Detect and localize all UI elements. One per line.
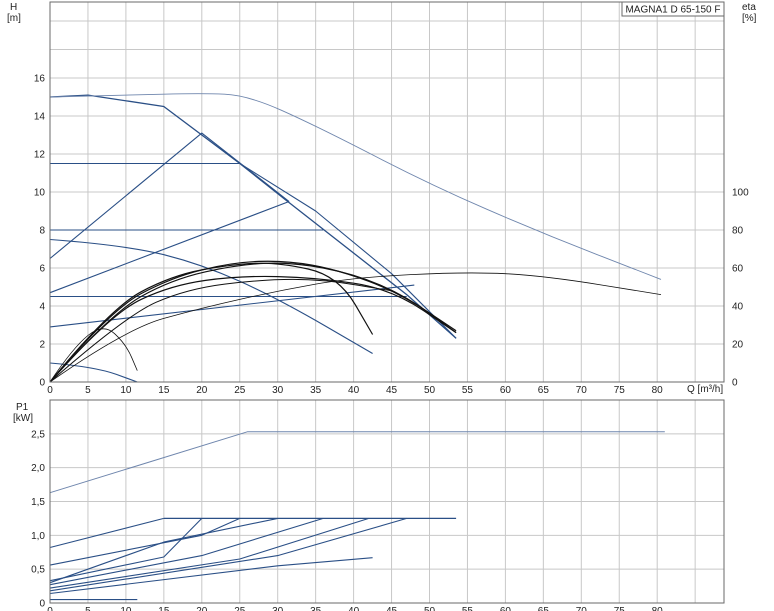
head-y-tick: 16 — [34, 74, 46, 85]
head-y-tick: 12 — [34, 150, 46, 161]
power-x-tick: 65 — [538, 606, 550, 611]
axes-layer: MAGNA1 D 65-150 F H [m] eta [%] Q [m³/h]… — [7, 1, 757, 604]
power-x-tick: 15 — [158, 606, 170, 611]
head-curve-eta — [49, 93, 662, 280]
power-x-tick: 30 — [272, 606, 284, 611]
head-curve-qh_prop — [49, 132, 290, 259]
head-x-tick: 45 — [386, 385, 398, 396]
head-axis-unit: [m] — [7, 13, 21, 24]
power-curve-p_max — [49, 431, 665, 494]
power-y-tick: 0 — [39, 599, 45, 610]
model-label: MAGNA1 D 65-150 F — [625, 5, 720, 16]
power-x-tick: 40 — [348, 606, 360, 611]
head-y-tick: 8 — [39, 226, 45, 237]
head-axis-label: H — [10, 2, 17, 13]
power-x-tick: 35 — [310, 606, 322, 611]
power-curve-p — [49, 517, 324, 586]
head-curve-qh_max — [49, 94, 457, 339]
head-x-tick: 30 — [272, 385, 284, 396]
power-y-tick: 2,5 — [31, 429, 45, 440]
eta-y-tick: 100 — [732, 188, 749, 199]
head-y-tick: 4 — [39, 302, 45, 313]
power-x-tick: 70 — [576, 606, 588, 611]
head-x-tick: 0 — [47, 385, 53, 396]
power-x-tick: 50 — [424, 606, 436, 611]
power-x-tick: 10 — [120, 606, 132, 611]
power-x-tick: 5 — [85, 606, 91, 611]
eta-y-tick: 40 — [732, 302, 744, 313]
head-y-tick: 2 — [39, 340, 45, 351]
head-x-tick: 65 — [538, 385, 550, 396]
series-layer — [49, 93, 665, 601]
head-curve-eta — [49, 272, 662, 383]
head-y-tick: 0 — [39, 378, 45, 389]
eta-axis-unit: [%] — [742, 13, 757, 24]
head-x-tick: 70 — [576, 385, 588, 396]
power-axis-unit: [kW] — [13, 413, 33, 424]
power-x-tick: 75 — [614, 606, 626, 611]
power-y-tick: 1,0 — [31, 531, 45, 542]
head-x-tick: 50 — [424, 385, 436, 396]
head-y-tick: 14 — [34, 112, 46, 123]
power-x-tick: 45 — [386, 606, 398, 611]
head-x-tick: 20 — [196, 385, 208, 396]
head-curve-eta — [49, 278, 392, 383]
eta-y-tick: 80 — [732, 226, 744, 237]
head-x-tick: 60 — [500, 385, 512, 396]
power-x-tick: 25 — [234, 606, 246, 611]
power-y-tick: 1,5 — [31, 497, 45, 508]
head-x-tick: 55 — [462, 385, 474, 396]
flow-axis-label: Q [m³/h] — [687, 384, 723, 395]
power-x-tick: 0 — [47, 606, 53, 611]
grid-layer — [50, 2, 724, 603]
head-x-tick: 75 — [614, 385, 626, 396]
head-y-tick: 6 — [39, 264, 45, 275]
head-x-tick: 10 — [120, 385, 132, 396]
eta-y-tick: 20 — [732, 340, 744, 351]
eta-axis-label: eta — [742, 2, 756, 13]
pump-curve-chart: MAGNA1 D 65-150 F H [m] eta [%] Q [m³/h]… — [7, 1, 757, 611]
eta-y-tick: 0 — [732, 378, 738, 389]
head-x-tick: 15 — [158, 385, 170, 396]
head-x-tick: 5 — [85, 385, 91, 396]
power-x-tick: 20 — [196, 606, 208, 611]
power-y-tick: 2,0 — [31, 463, 45, 474]
power-x-tick: 55 — [462, 606, 474, 611]
head-y-tick: 10 — [34, 188, 46, 199]
power-y-tick: 0,5 — [31, 565, 45, 576]
power-curve-p — [49, 517, 241, 566]
power-x-tick: 60 — [500, 606, 512, 611]
head-curve-eta — [49, 260, 457, 383]
head-x-tick: 25 — [234, 385, 246, 396]
head-x-tick: 80 — [652, 385, 664, 396]
power-x-tick: 80 — [652, 606, 664, 611]
head-x-tick: 40 — [348, 385, 360, 396]
head-x-tick: 35 — [310, 385, 322, 396]
eta-y-tick: 60 — [732, 264, 744, 275]
power-curve-p — [49, 517, 164, 549]
power-axis-label: P1 — [16, 402, 29, 413]
